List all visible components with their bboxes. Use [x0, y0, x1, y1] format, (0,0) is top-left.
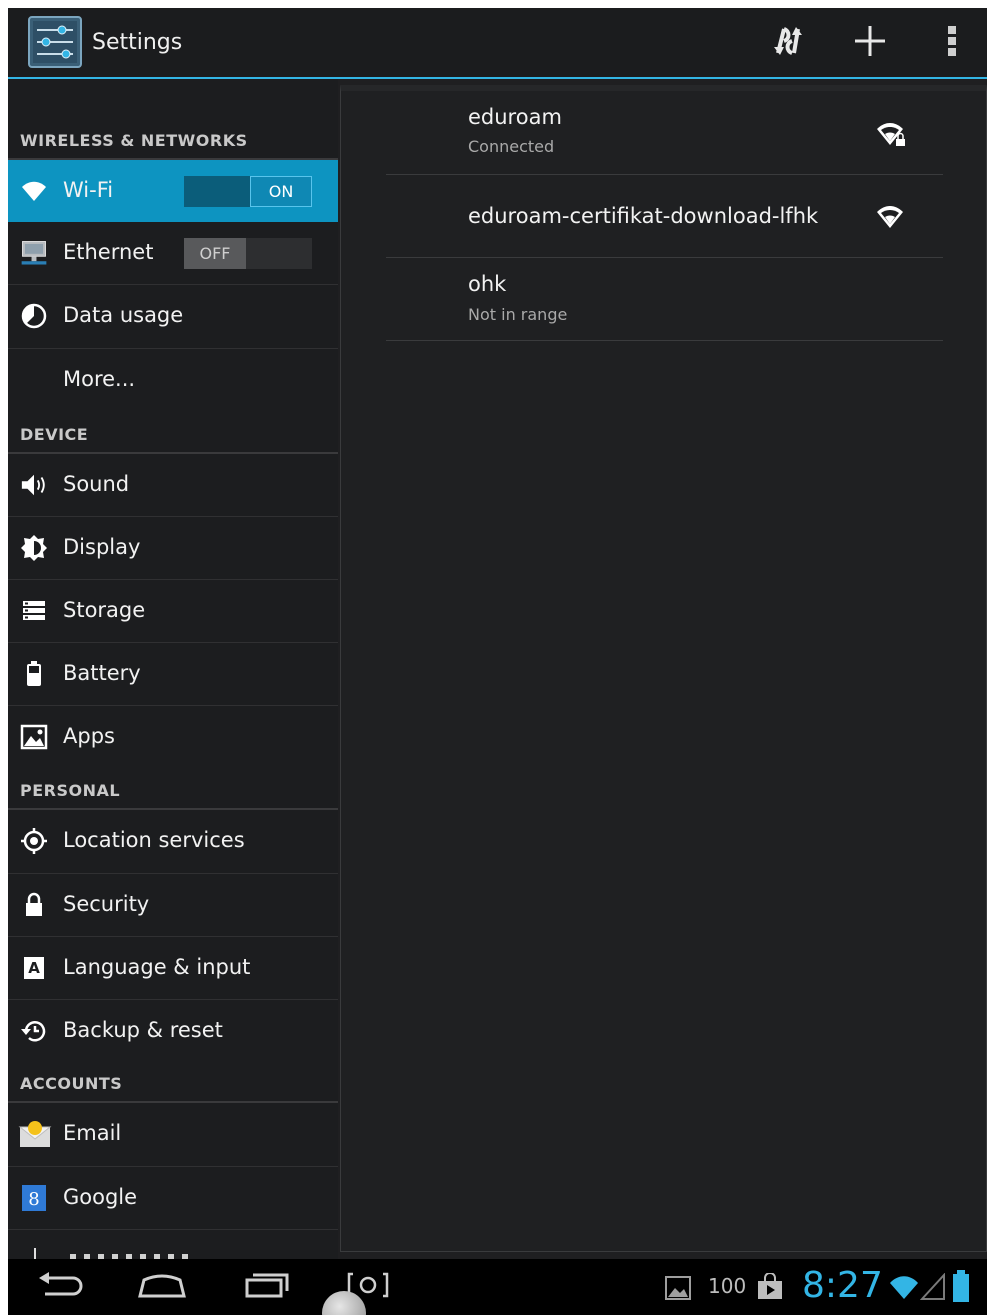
- sidebar-item-label: Apps: [63, 724, 115, 748]
- clock: 8:27: [802, 1265, 883, 1306]
- battery-icon: [20, 660, 48, 688]
- sidebar-item-storage[interactable]: Storage: [8, 580, 338, 643]
- google-icon: 8: [20, 1184, 48, 1212]
- sidebar-item-label: Backup & reset: [63, 1018, 223, 1042]
- add-icon: [853, 24, 887, 62]
- ethernet-toggle-label: OFF: [184, 238, 246, 269]
- svg-text:A: A: [28, 959, 40, 977]
- wifi-signal-icon: [876, 202, 910, 232]
- shopping-bag-notification-icon: [756, 1272, 784, 1305]
- sidebar-item-backup-reset[interactable]: Backup & reset: [8, 1000, 338, 1062]
- action-bar: Settings: [8, 8, 987, 79]
- section-accounts: ACCOUNTS: [20, 1074, 123, 1093]
- sidebar-item-label: Data usage: [63, 303, 184, 327]
- sidebar-item-label: Wi-Fi: [63, 178, 114, 202]
- data-usage-icon: [20, 302, 48, 330]
- battery-status-icon: [952, 1269, 970, 1307]
- list-item[interactable]: ohk Not in range: [386, 257, 943, 341]
- sidebar-item-data-usage[interactable]: Data usage: [8, 285, 338, 349]
- ethernet-toggle[interactable]: OFF: [184, 238, 312, 269]
- system-bar: 100 8:27: [8, 1259, 987, 1315]
- settings-list: WIRELESS & NETWORKS Wi-Fi ON Ethernet OF…: [8, 79, 338, 1259]
- sidebar-item-apps[interactable]: Apps: [8, 706, 338, 768]
- sidebar-item-battery[interactable]: Battery: [8, 643, 338, 706]
- sidebar-item-language-input[interactable]: A Language & input: [8, 937, 338, 1000]
- overflow-menu-button[interactable]: [928, 20, 976, 66]
- brightness-icon: [20, 534, 48, 562]
- sidebar-item-label: Security: [63, 892, 150, 916]
- sidebar-item-label: Email: [63, 1121, 122, 1145]
- sidebar-item-label: Ethernet: [63, 240, 154, 264]
- sidebar-item-label: Storage: [63, 598, 146, 622]
- battery-level-text: 100: [708, 1274, 747, 1298]
- home-icon: [136, 1270, 188, 1304]
- network-status: Not in range: [468, 305, 568, 324]
- section-personal: PERSONAL: [20, 781, 121, 800]
- section-wireless-networks: WIRELESS & NETWORKS: [20, 131, 248, 150]
- list-item[interactable]: eduroam Connected: [386, 91, 943, 175]
- email-icon: [18, 1120, 52, 1148]
- add-network-button[interactable]: [846, 20, 894, 66]
- wifi-toggle-label: ON: [250, 176, 312, 207]
- section-device: DEVICE: [20, 425, 89, 444]
- list-item[interactable]: eduroam-certifikat-download-lfhk: [386, 174, 943, 258]
- sidebar-item-more[interactable]: More...: [8, 349, 338, 411]
- wifi-signal-locked-icon: [876, 119, 910, 149]
- sidebar-item-label: Google: [63, 1185, 138, 1209]
- svg-text:8: 8: [28, 1189, 39, 1210]
- location-icon: [20, 827, 48, 855]
- screen: Settings WIRELESS & NETWORKS Wi-Fi ON Et…: [8, 8, 987, 1315]
- network-name: eduroam-certifikat-download-lfhk: [468, 204, 819, 228]
- sidebar-item-label: Sound: [63, 472, 130, 496]
- sidebar-item-label: Language & input: [63, 955, 251, 979]
- backup-icon: [20, 1017, 48, 1045]
- sidebar-item-label: Battery: [63, 661, 141, 685]
- speaker-icon: [20, 471, 48, 499]
- sidebar-item-location-services[interactable]: Location services: [8, 810, 338, 874]
- sidebar-item-email[interactable]: Email: [8, 1103, 338, 1167]
- sidebar-item-display[interactable]: Display: [8, 517, 338, 580]
- network-name: ohk: [468, 272, 507, 296]
- storage-icon: [20, 597, 48, 625]
- settings-app-icon[interactable]: [28, 16, 82, 68]
- ethernet-icon: [20, 239, 48, 267]
- overflow-menu-icon: [947, 25, 957, 61]
- wifi-network-list: eduroam Connected eduroam-certifikat-dow…: [340, 85, 987, 1252]
- wifi-toggle[interactable]: ON: [184, 176, 312, 207]
- sidebar-item-label: Display: [63, 535, 141, 559]
- scan-refresh-button[interactable]: [764, 20, 812, 66]
- cell-signal-icon: [919, 1272, 946, 1305]
- sidebar-item-google[interactable]: 8 Google: [8, 1167, 338, 1230]
- keyboard-icon: A: [20, 954, 48, 982]
- scan-refresh-icon: [770, 23, 806, 63]
- app-title: Settings: [92, 30, 183, 55]
- wifi-status-icon: [888, 1273, 920, 1305]
- sidebar-item-ethernet[interactable]: Ethernet OFF: [8, 222, 338, 285]
- add-icon: [34, 1248, 36, 1259]
- sidebar-item-label: More...: [63, 367, 136, 391]
- wifi-icon: [20, 177, 48, 205]
- recent-apps-icon: [241, 1270, 291, 1304]
- sidebar-item-security[interactable]: Security: [8, 874, 338, 937]
- sidebar-item-label: Location services: [63, 828, 245, 852]
- apps-icon: [20, 723, 48, 751]
- sidebar-item-add-account[interactable]: [8, 1230, 338, 1259]
- network-status: Connected: [468, 137, 555, 156]
- back-button[interactable]: [30, 1267, 90, 1307]
- gallery-notification-icon: [664, 1275, 692, 1305]
- back-icon: [35, 1270, 85, 1304]
- sidebar-item-sound[interactable]: Sound: [8, 454, 338, 517]
- recent-apps-button[interactable]: [236, 1267, 296, 1307]
- lock-icon: [20, 891, 48, 919]
- home-button[interactable]: [132, 1267, 192, 1307]
- network-name: eduroam: [468, 105, 562, 129]
- sidebar-item-wifi[interactable]: Wi-Fi ON: [8, 160, 338, 222]
